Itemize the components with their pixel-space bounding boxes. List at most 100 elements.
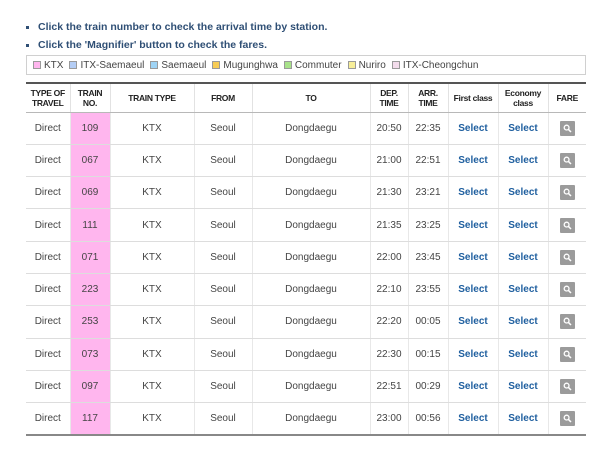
- legend-label: Saemaeul: [161, 59, 207, 71]
- economy-class-select-button[interactable]: Select: [508, 220, 537, 231]
- first-class-select-button[interactable]: Select: [458, 155, 487, 166]
- cell-from: Seoul: [193, 402, 252, 436]
- fare-magnifier-button[interactable]: [559, 411, 575, 427]
- cell-economy-class: Select: [497, 402, 548, 436]
- instruction-list: Click the train number to check the arri…: [26, 20, 327, 56]
- legend-label: Mugunghwa: [223, 59, 278, 71]
- cell-train-type: KTX: [109, 338, 194, 371]
- legend-swatch: [69, 61, 78, 69]
- economy-class-select-button[interactable]: Select: [508, 349, 537, 360]
- cell-economy-class: Select: [497, 176, 548, 210]
- train-type-legend: KTX ITX-Saemaeul Saemaeul Mugunghwa Commuter…: [26, 55, 586, 75]
- fare-magnifier-button[interactable]: [559, 282, 575, 298]
- cell-arr-time: 00:05: [407, 305, 448, 339]
- cell-train-type: KTX: [109, 273, 194, 307]
- cell-train-type: KTX: [109, 112, 194, 145]
- cell-to: Dongdaegu: [251, 112, 370, 145]
- table-row: Direct 117 KTX Seoul Dongdaegu 23:00 00:56 Sele…: [26, 402, 586, 436]
- train-number-link[interactable]: 067: [69, 144, 110, 178]
- cell-from: Seoul: [193, 144, 252, 178]
- first-class-select-button[interactable]: Select: [458, 220, 487, 231]
- fare-magnifier-button[interactable]: [559, 314, 575, 330]
- fare-magnifier-button[interactable]: [559, 152, 575, 168]
- cell-arr-time: 23:55: [407, 273, 448, 307]
- legend-label: ITX-Saemaeul: [80, 59, 145, 71]
- legend-item: ITX-Saemaeul: [69, 60, 144, 71]
- cell-from: Seoul: [193, 208, 252, 242]
- economy-class-select-button[interactable]: Select: [508, 316, 537, 327]
- cell-economy-class: Select: [497, 112, 548, 145]
- cell-arr-time: 23:45: [407, 241, 448, 274]
- train-number-link[interactable]: 117: [69, 402, 110, 436]
- economy-class-select-button[interactable]: Select: [508, 413, 537, 424]
- train-number-link[interactable]: 073: [69, 338, 110, 371]
- fare-magnifier-button[interactable]: [559, 120, 575, 136]
- table-row: Direct 069 KTX Seoul Dongdaegu 21:30 23:21 Sele…: [26, 176, 586, 210]
- economy-class-select-button[interactable]: Select: [508, 284, 537, 295]
- header-to: TO: [251, 82, 370, 113]
- cell-type-of-travel: Direct: [26, 241, 70, 274]
- first-class-select-button[interactable]: Select: [458, 316, 487, 327]
- first-class-select-button[interactable]: Select: [458, 349, 487, 360]
- first-class-select-button[interactable]: Select: [458, 413, 487, 424]
- cell-first-class: Select: [447, 305, 498, 339]
- header-dep-time: DEP. TIME: [369, 82, 408, 113]
- cell-type-of-travel: Direct: [26, 144, 70, 178]
- cell-arr-time: 22:35: [407, 112, 448, 145]
- cell-arr-time: 00:15: [407, 338, 448, 371]
- train-number-link[interactable]: 097: [69, 370, 110, 404]
- legend-swatch: [391, 61, 400, 69]
- cell-first-class: Select: [447, 338, 498, 371]
- first-class-select-button[interactable]: Select: [458, 187, 487, 198]
- first-class-select-button[interactable]: Select: [458, 381, 487, 392]
- economy-class-select-button[interactable]: Select: [508, 155, 537, 166]
- fare-magnifier-button[interactable]: [559, 217, 575, 233]
- legend-swatch: [33, 61, 41, 69]
- cell-type-of-travel: Direct: [26, 176, 70, 210]
- economy-class-select-button[interactable]: Select: [508, 381, 537, 392]
- train-number-link[interactable]: 111: [69, 208, 110, 242]
- table-row: Direct 073 KTX Seoul Dongdaegu 22:30 00:15 Sele…: [26, 338, 586, 371]
- train-number-link[interactable]: 223: [69, 273, 110, 307]
- header-economy-class: Economy class: [497, 82, 548, 113]
- cell-dep-time: 23:00: [369, 402, 408, 436]
- train-number-link[interactable]: 109: [69, 112, 110, 145]
- cell-first-class: Select: [447, 176, 498, 210]
- cell-train-type: KTX: [109, 402, 194, 436]
- cell-fare: [547, 112, 586, 145]
- cell-fare: [547, 338, 586, 371]
- cell-dep-time: 21:35: [369, 208, 408, 242]
- train-number-link[interactable]: 071: [69, 241, 110, 274]
- table-row: Direct 253 KTX Seoul Dongdaegu 22:20 00:05 Sele…: [26, 305, 586, 339]
- table-row: Direct 223 KTX Seoul Dongdaegu 22:10 23:55 Sele…: [26, 273, 586, 307]
- cell-fare: [547, 305, 586, 339]
- fare-magnifier-button[interactable]: [559, 379, 575, 395]
- cell-fare: [547, 370, 586, 404]
- first-class-select-button[interactable]: Select: [458, 284, 487, 295]
- economy-class-select-button[interactable]: Select: [508, 123, 537, 134]
- cell-first-class: Select: [447, 273, 498, 307]
- fare-magnifier-button[interactable]: [559, 249, 575, 265]
- header-type-of-travel: TYPE OF TRAVEL: [26, 82, 70, 113]
- fare-magnifier-button[interactable]: [559, 346, 575, 362]
- cell-type-of-travel: Direct: [26, 208, 70, 242]
- train-number-link[interactable]: 253: [69, 305, 110, 339]
- economy-class-select-button[interactable]: Select: [508, 187, 537, 198]
- cell-dep-time: 22:10: [369, 273, 408, 307]
- economy-class-select-button[interactable]: Select: [508, 252, 537, 263]
- header-train-type: TRAIN TYPE: [109, 82, 194, 113]
- cell-economy-class: Select: [497, 241, 548, 274]
- cell-from: Seoul: [193, 176, 252, 210]
- legend-label: KTX: [44, 59, 64, 71]
- train-schedule-table: TYPE OF TRAVEL TRAIN NO. TRAIN TYPE FROM T…: [26, 82, 586, 436]
- first-class-select-button[interactable]: Select: [458, 123, 487, 134]
- table-row: Direct 067 KTX Seoul Dongdaegu 21:00 22:51 Sele…: [26, 144, 586, 178]
- cell-economy-class: Select: [497, 144, 548, 178]
- cell-arr-time: 22:51: [407, 144, 448, 178]
- legend-item: ITX-Cheongchun: [391, 60, 478, 71]
- cell-economy-class: Select: [497, 273, 548, 307]
- first-class-select-button[interactable]: Select: [458, 252, 487, 263]
- train-number-link[interactable]: 069: [69, 176, 110, 210]
- cell-to: Dongdaegu: [251, 273, 370, 307]
- fare-magnifier-button[interactable]: [559, 185, 575, 201]
